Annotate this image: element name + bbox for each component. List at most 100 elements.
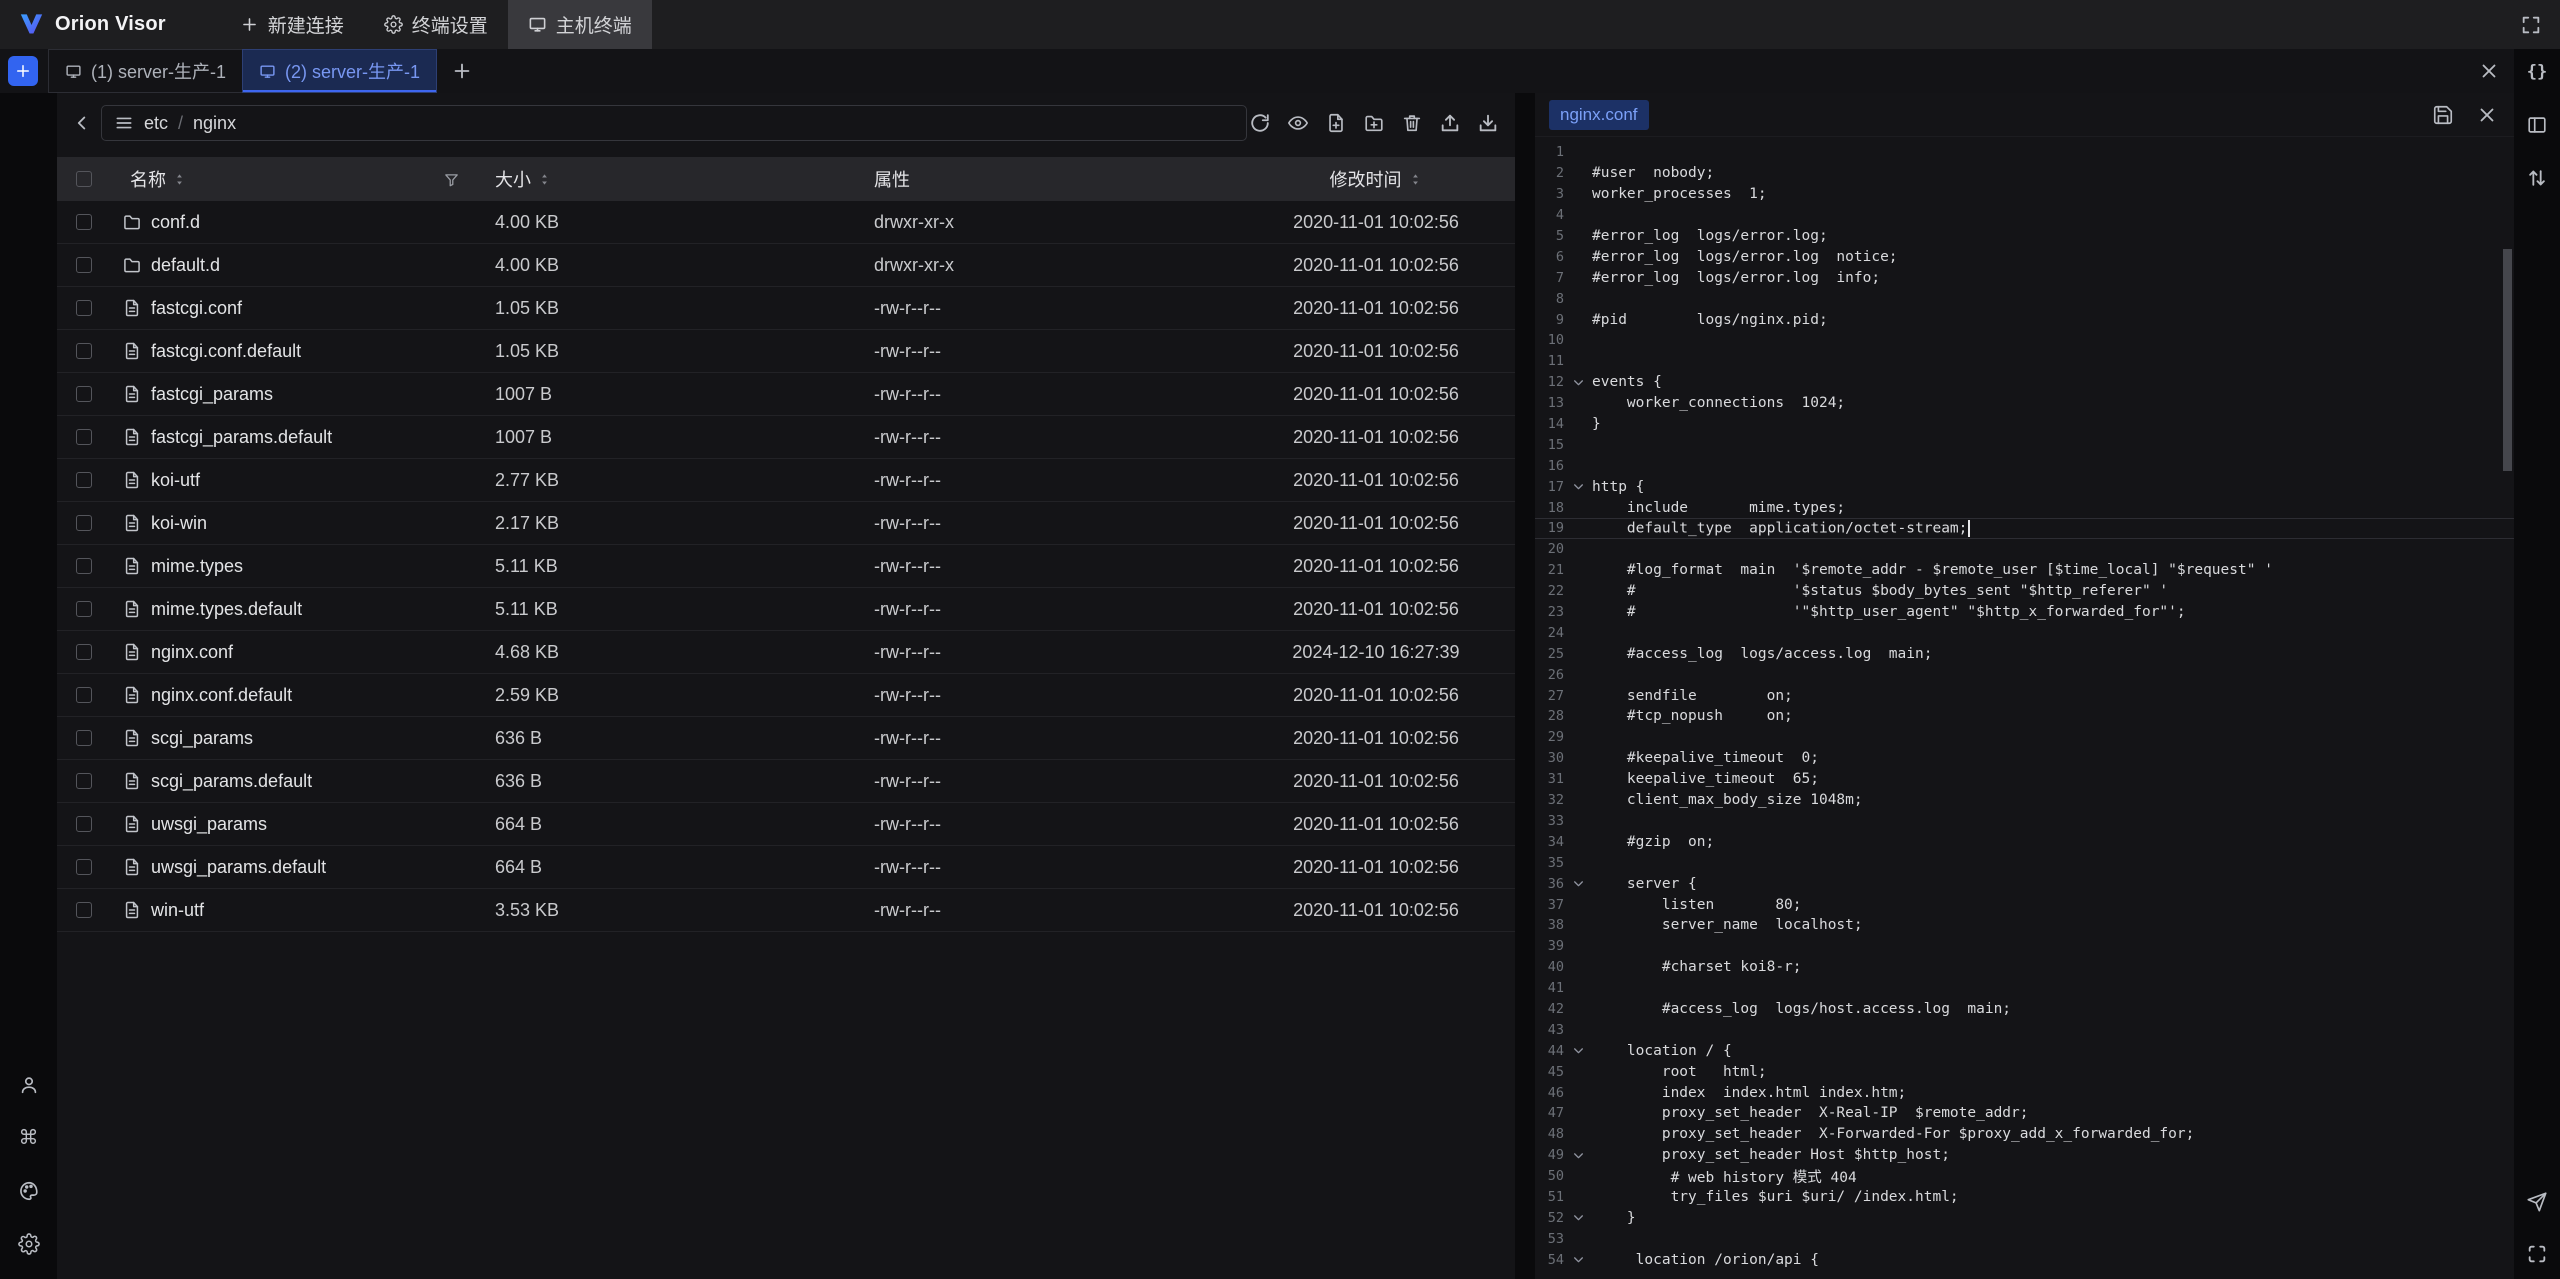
fold-icon[interactable]	[1564, 877, 1592, 890]
code-line[interactable]: 12 events {	[1535, 372, 2514, 393]
tab-server-2[interactable]: (2) server-生产-1	[242, 49, 437, 93]
file-name[interactable]: nginx.conf	[151, 642, 233, 663]
file-name[interactable]: fastcgi_params.default	[151, 427, 332, 448]
file-name[interactable]: uwsgi_params.default	[151, 857, 326, 878]
table-row[interactable]: conf.d 4.00 KB drwxr-xr-x 2020-11-01 10:…	[57, 201, 1515, 244]
fullscreen-icon[interactable]	[2518, 12, 2544, 38]
menu-item-terminal-settings[interactable]: 终端设置	[364, 0, 508, 49]
code-line[interactable]: 6 #error_log logs/error.log notice;	[1535, 246, 2514, 267]
file-name[interactable]: scgi_params	[151, 728, 253, 749]
code-line[interactable]: 38 server_name localhost;	[1535, 915, 2514, 936]
theme-icon[interactable]	[16, 1178, 42, 1204]
file-name[interactable]: fastcgi_params	[151, 384, 273, 405]
code-line[interactable]: 42 #access_log logs/host.access.log main…	[1535, 999, 2514, 1020]
table-row[interactable]: koi-utf 2.77 KB -rw-r--r-- 2020-11-01 10…	[57, 459, 1515, 502]
code-line[interactable]: 39	[1535, 936, 2514, 957]
tab-server-1[interactable]: (1) server-生产-1	[48, 49, 243, 93]
code-line[interactable]: 13 worker_connections 1024;	[1535, 393, 2514, 414]
code-line[interactable]: 47 proxy_set_header X-Real-IP $remote_ad…	[1535, 1103, 2514, 1124]
editor-panel-icon[interactable]	[2524, 112, 2550, 138]
code-line[interactable]: 33	[1535, 811, 2514, 832]
fold-icon[interactable]	[1564, 1211, 1592, 1224]
code-line[interactable]: 25 #access_log logs/access.log main;	[1535, 643, 2514, 664]
code-line[interactable]: 16	[1535, 455, 2514, 476]
sort-icon[interactable]	[1408, 172, 1423, 187]
fold-icon[interactable]	[1564, 480, 1592, 493]
code-line[interactable]: 37 listen 80;	[1535, 894, 2514, 915]
code-line[interactable]: 48 proxy_set_header X-Forwarded-For $pro…	[1535, 1124, 2514, 1145]
code-line[interactable]: 29	[1535, 727, 2514, 748]
code-line[interactable]: 5 #error_log logs/error.log;	[1535, 226, 2514, 247]
code-line[interactable]: 4	[1535, 205, 2514, 226]
code-line[interactable]: 54 location /orion/api {	[1535, 1249, 2514, 1270]
code-line[interactable]: 20	[1535, 539, 2514, 560]
row-checkbox[interactable]	[76, 472, 92, 488]
code-line[interactable]: 18 include mime.types;	[1535, 497, 2514, 518]
table-row[interactable]: fastcgi_params 1007 B -rw-r--r-- 2020-11…	[57, 373, 1515, 416]
transfer-icon[interactable]	[2524, 165, 2550, 191]
code-line[interactable]: 46 index index.html index.htm;	[1535, 1082, 2514, 1103]
code-line[interactable]: 22 # '$status $body_bytes_sent "$http_re…	[1535, 581, 2514, 602]
file-name[interactable]: nginx.conf.default	[151, 685, 292, 706]
row-checkbox[interactable]	[76, 300, 92, 316]
column-header-name[interactable]: 名称	[130, 166, 166, 192]
code-line[interactable]: 50 # web history 模式 404	[1535, 1166, 2514, 1187]
send-icon[interactable]	[2524, 1189, 2550, 1215]
file-name[interactable]: conf.d	[151, 212, 200, 233]
table-row[interactable]: scgi_params 636 B -rw-r--r-- 2020-11-01 …	[57, 717, 1515, 760]
code-line[interactable]: 28 #tcp_nopush on;	[1535, 706, 2514, 727]
table-row[interactable]: koi-win 2.17 KB -rw-r--r-- 2020-11-01 10…	[57, 502, 1515, 545]
new-tab-icon[interactable]	[449, 58, 475, 84]
open-file-badge[interactable]: nginx.conf	[1549, 100, 1649, 130]
row-checkbox[interactable]	[76, 687, 92, 703]
file-name[interactable]: default.d	[151, 255, 220, 276]
code-line[interactable]: 1	[1535, 142, 2514, 163]
code-line[interactable]: 11	[1535, 351, 2514, 372]
file-name[interactable]: mime.types	[151, 556, 243, 577]
row-checkbox[interactable]	[76, 257, 92, 273]
code-line[interactable]: 9 #pid logs/nginx.pid;	[1535, 309, 2514, 330]
new-session-button[interactable]	[8, 56, 38, 86]
code-line[interactable]: 43	[1535, 1019, 2514, 1040]
fold-icon[interactable]	[1564, 1044, 1592, 1057]
row-checkbox[interactable]	[76, 902, 92, 918]
file-name[interactable]: koi-utf	[151, 470, 200, 491]
command-icon[interactable]: ⌘	[16, 1125, 42, 1151]
fold-icon[interactable]	[1564, 1149, 1592, 1162]
code-line[interactable]: 34 #gzip on;	[1535, 831, 2514, 852]
code-line[interactable]: 52 }	[1535, 1207, 2514, 1228]
save-icon[interactable]	[2430, 102, 2456, 128]
code-line[interactable]: 45 root html;	[1535, 1061, 2514, 1082]
code-line[interactable]: 32 client_max_body_size 1048m;	[1535, 790, 2514, 811]
row-checkbox[interactable]	[76, 386, 92, 402]
code-line[interactable]: 17 http {	[1535, 476, 2514, 497]
table-row[interactable]: scgi_params.default 636 B -rw-r--r-- 202…	[57, 760, 1515, 803]
list-icon[interactable]	[114, 113, 134, 133]
file-name[interactable]: koi-win	[151, 513, 207, 534]
file-name[interactable]: fastcgi.conf.default	[151, 341, 301, 362]
code-line[interactable]: 27 sendfile on;	[1535, 685, 2514, 706]
code-line[interactable]: 2 #user nobody;	[1535, 163, 2514, 184]
code-line[interactable]: 10	[1535, 330, 2514, 351]
code-line[interactable]: 8	[1535, 288, 2514, 309]
row-checkbox[interactable]	[76, 730, 92, 746]
file-name[interactable]: mime.types.default	[151, 599, 302, 620]
close-icon[interactable]	[2476, 58, 2502, 84]
code-line[interactable]: 30 #keepalive_timeout 0;	[1535, 748, 2514, 769]
row-checkbox[interactable]	[76, 558, 92, 574]
menu-item-host-terminal[interactable]: 主机终端	[508, 0, 652, 49]
row-checkbox[interactable]	[76, 429, 92, 445]
row-checkbox[interactable]	[76, 644, 92, 660]
new-file-icon[interactable]	[1323, 110, 1349, 136]
table-row[interactable]: uwsgi_params 664 B -rw-r--r-- 2020-11-01…	[57, 803, 1515, 846]
code-line[interactable]: 24	[1535, 622, 2514, 643]
sort-icon[interactable]	[172, 172, 187, 187]
row-checkbox[interactable]	[76, 816, 92, 832]
file-name[interactable]: uwsgi_params	[151, 814, 267, 835]
code-line[interactable]: 23 # '"$http_user_agent" "$http_x_forwar…	[1535, 602, 2514, 623]
code-line[interactable]: 31 keepalive_timeout 65;	[1535, 769, 2514, 790]
code-line[interactable]: 36 server {	[1535, 873, 2514, 894]
user-icon[interactable]	[16, 1072, 42, 1098]
row-checkbox[interactable]	[76, 343, 92, 359]
code-line[interactable]: 44 location / {	[1535, 1040, 2514, 1061]
